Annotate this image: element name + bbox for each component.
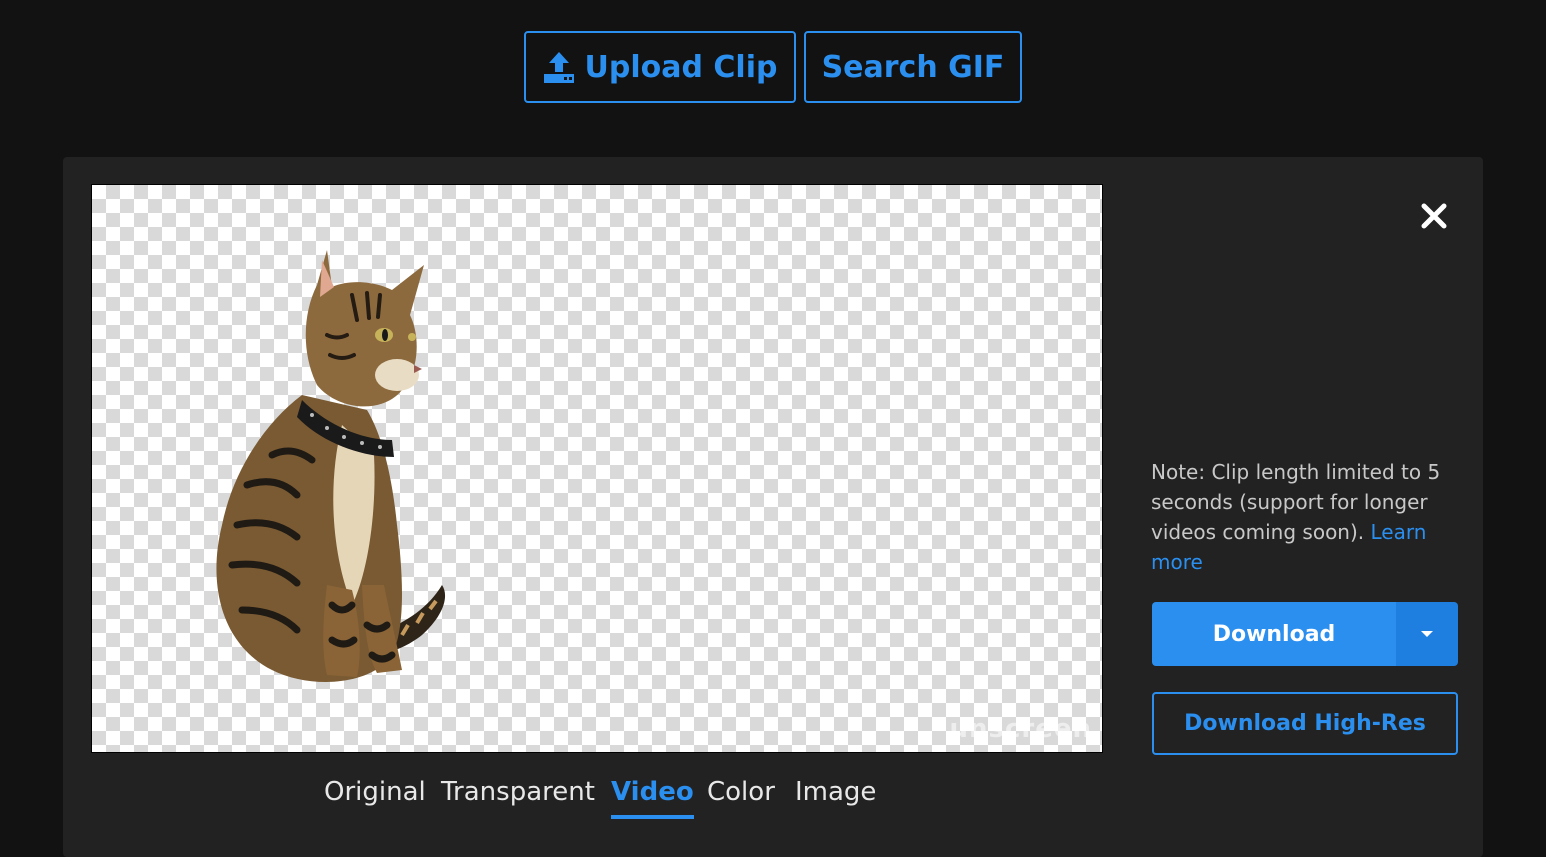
tab-video[interactable]: Video: [611, 777, 694, 819]
search-gif-label: Search GIF: [821, 49, 1005, 85]
tab-transparent[interactable]: Transparent: [441, 777, 595, 807]
upload-clip-button[interactable]: Upload Clip: [524, 31, 796, 103]
download-button-group: Download: [1152, 602, 1458, 666]
view-tabs: Original Transparent Video Color Image: [63, 777, 1129, 819]
cat-image: [216, 250, 446, 682]
watermark: unscreen: [949, 714, 1092, 744]
preview-canvas: unscreen: [91, 184, 1103, 753]
result-panel: unscreen Original Transparent Video Colo…: [63, 157, 1483, 857]
upload-clip-label: Upload Clip: [584, 49, 778, 85]
top-bar: Upload Clip Search GIF: [0, 31, 1546, 106]
download-options-button[interactable]: [1396, 602, 1458, 666]
tab-image[interactable]: Image: [795, 777, 876, 807]
download-high-res-button[interactable]: Download High-Res: [1152, 692, 1458, 755]
upload-icon: [543, 52, 574, 83]
close-icon[interactable]: [1419, 201, 1449, 231]
clip-length-note: Note: Clip length limited to 5 seconds (…: [1151, 457, 1451, 577]
search-gif-button[interactable]: Search GIF: [804, 31, 1022, 103]
tab-color[interactable]: Color: [707, 777, 775, 807]
download-button[interactable]: Download: [1152, 602, 1396, 666]
tab-original[interactable]: Original: [324, 777, 426, 807]
caret-down-icon: [1421, 631, 1433, 637]
